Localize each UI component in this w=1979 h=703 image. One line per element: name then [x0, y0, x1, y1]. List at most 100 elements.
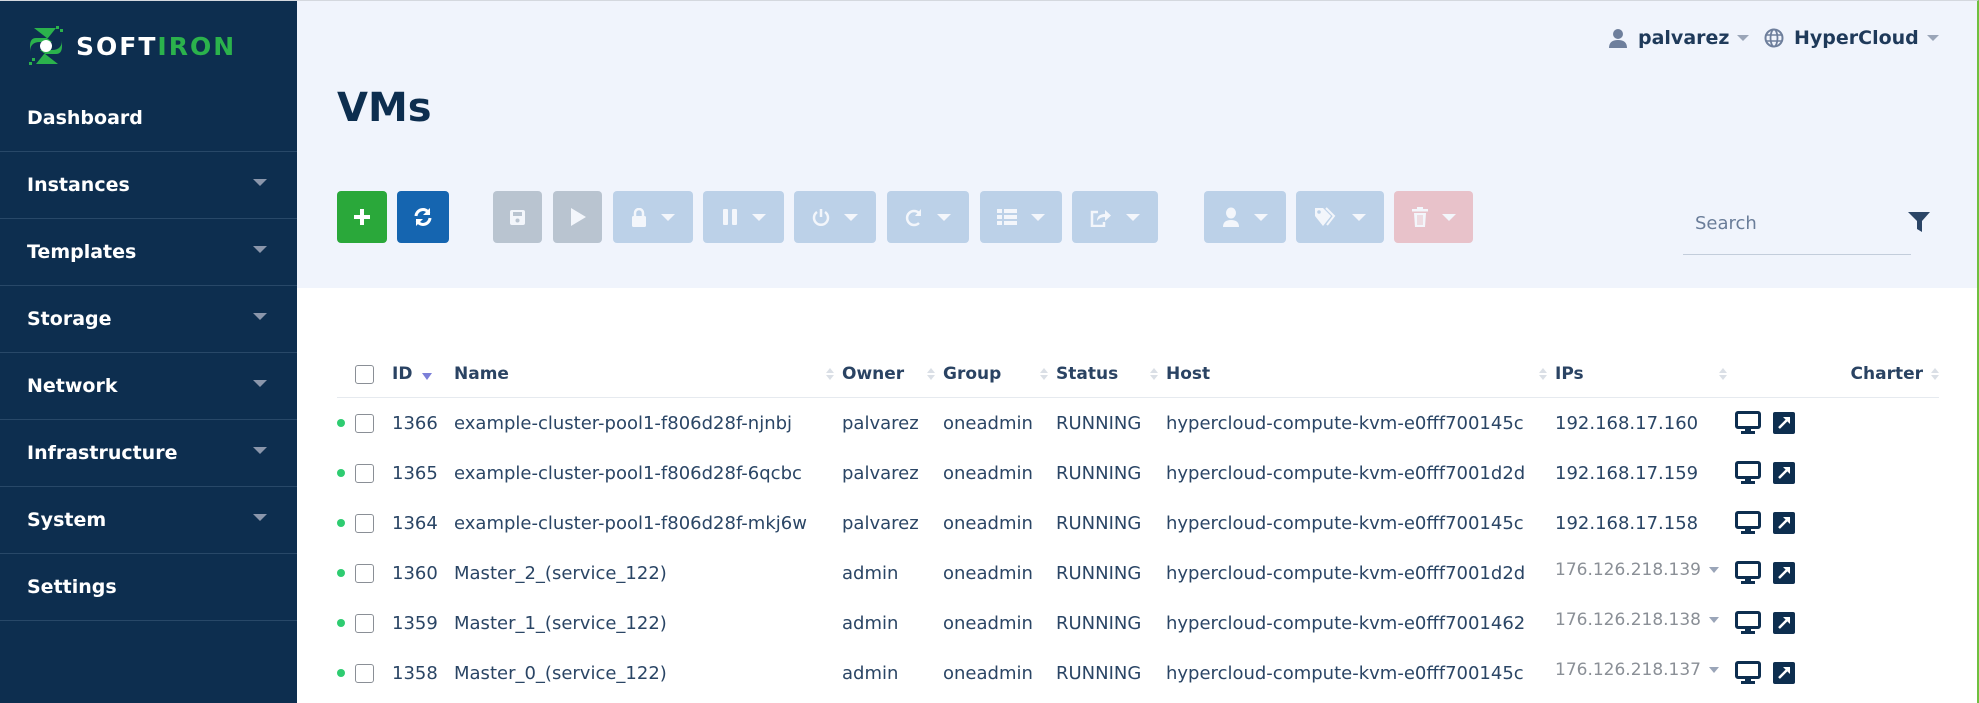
sidebar-item-system[interactable]: System — [0, 487, 297, 554]
row-checkbox[interactable] — [355, 563, 374, 583]
vm-owner: palvarez — [842, 412, 919, 434]
vm-name: Master_2_(service_122) — [454, 562, 667, 584]
sort-icon — [1719, 368, 1727, 380]
table-row[interactable]: 1364 example-cluster-pool1-f806d28f-mkj6… — [337, 498, 1939, 548]
column-header-charter[interactable]: Charter — [1839, 364, 1939, 384]
username: palvarez — [1638, 27, 1730, 49]
logo[interactable]: SOFTIRON — [26, 23, 236, 69]
vnc-console-icon[interactable] — [1735, 611, 1761, 635]
column-header-owner[interactable]: Owner — [842, 364, 943, 384]
ip-address: 176.126.218.139 — [1555, 560, 1702, 580]
vm-name: Master_1_(service_122) — [454, 612, 667, 634]
row-checkbox[interactable] — [355, 463, 374, 483]
select-all-checkbox[interactable] — [355, 364, 374, 384]
external-link-icon[interactable] — [1773, 612, 1795, 634]
column-header-ips[interactable]: IPs — [1555, 364, 1735, 384]
vnc-console-icon[interactable] — [1735, 661, 1761, 685]
table-row[interactable]: 1360 Master_2_(service_122) admin oneadm… — [337, 548, 1939, 598]
table-row[interactable]: 1365 example-cluster-pool1-f806d28f-6qcb… — [337, 448, 1939, 498]
sidebar-item-label: System — [27, 509, 107, 531]
column-label: Host — [1166, 364, 1211, 384]
lock-menu-button[interactable] — [613, 191, 693, 243]
column-label: Name — [454, 364, 509, 384]
ip-dropdown[interactable]: 176.126.218.137 — [1555, 660, 1735, 680]
column-label: IPs — [1555, 364, 1584, 384]
vm-host: hypercloud-compute-kvm-e0fff700145c — [1166, 512, 1524, 534]
sidebar-item-label: Dashboard — [27, 107, 143, 129]
ip-dropdown[interactable]: 176.126.218.139 — [1555, 560, 1735, 580]
column-header-group[interactable]: Group — [943, 364, 1056, 384]
search-input[interactable] — [1683, 205, 1873, 241]
deploy-button[interactable] — [553, 191, 602, 243]
pause-menu-button[interactable] — [703, 191, 784, 243]
caret-down-icon — [1709, 617, 1720, 623]
change-owner-menu-button[interactable] — [1204, 191, 1286, 243]
column-header-id[interactable]: ID — [392, 364, 454, 384]
external-link-icon[interactable] — [1773, 512, 1795, 534]
external-link-icon[interactable] — [1773, 462, 1795, 484]
brand-name-part1: SOFT — [76, 31, 158, 61]
sidebar-item-infrastructure[interactable]: Infrastructure — [0, 420, 297, 487]
vnc-console-icon[interactable] — [1735, 561, 1761, 585]
column-header-name[interactable]: Name — [454, 364, 842, 384]
status-indicator — [337, 469, 345, 477]
create-button[interactable] — [337, 191, 387, 243]
row-checkbox[interactable] — [355, 663, 374, 683]
sidebar-item-network[interactable]: Network — [0, 353, 297, 420]
brand-name: SOFTIRON — [76, 32, 236, 61]
external-link-icon[interactable] — [1773, 412, 1795, 434]
column-header-status[interactable]: Status — [1056, 364, 1166, 384]
labels-menu-button[interactable] — [1296, 191, 1384, 243]
table-row[interactable]: 1366 example-cluster-pool1-f806d28f-njnb… — [337, 398, 1939, 448]
ip-dropdown[interactable]: 176.126.218.138 — [1555, 610, 1735, 630]
sidebar-item-dashboard[interactable]: Dashboard — [0, 85, 297, 152]
list-menu-button[interactable] — [980, 191, 1062, 243]
share-menu-button[interactable] — [1072, 191, 1158, 243]
column-header-host[interactable]: Host — [1166, 364, 1555, 384]
external-link-icon[interactable] — [1773, 662, 1795, 684]
vnc-console-icon[interactable] — [1735, 461, 1761, 485]
sidebar-item-label: Templates — [27, 241, 137, 263]
save-icon — [510, 209, 525, 225]
sidebar-item-templates[interactable]: Templates — [0, 219, 297, 286]
user-menu[interactable]: palvarez — [1608, 27, 1750, 49]
sidebar-item-storage[interactable]: Storage — [0, 286, 297, 353]
sidebar-item-instances[interactable]: Instances — [0, 152, 297, 219]
save-button[interactable] — [493, 191, 542, 243]
row-checkbox[interactable] — [355, 613, 374, 633]
sort-icon — [1931, 368, 1939, 380]
power-menu-button[interactable] — [794, 191, 876, 243]
select-cell — [337, 513, 392, 533]
caret-down-icon — [253, 379, 267, 387]
caret-down-icon — [253, 513, 267, 521]
column-label: Group — [943, 364, 1002, 384]
sidebar: SOFTIRON Dashboard Instances Templates S… — [0, 1, 297, 703]
row-checkbox[interactable] — [355, 413, 374, 433]
vm-name: example-cluster-pool1-f806d28f-njnbj — [454, 412, 793, 434]
external-link-icon[interactable] — [1773, 562, 1795, 584]
reboot-menu-button[interactable] — [887, 191, 969, 243]
table-row[interactable]: 1359 Master_1_(service_122) admin oneadm… — [337, 598, 1939, 648]
refresh-icon — [414, 208, 432, 226]
column-label: Status — [1056, 364, 1119, 384]
zone-name: HyperCloud — [1794, 27, 1919, 49]
vnc-console-icon[interactable] — [1735, 411, 1761, 435]
row-checkbox[interactable] — [355, 513, 374, 533]
zone-menu[interactable]: HyperCloud — [1764, 27, 1939, 49]
select-cell — [337, 563, 392, 583]
refresh-button[interactable] — [397, 191, 449, 243]
vm-status: RUNNING — [1056, 662, 1142, 684]
sidebar-item-settings[interactable]: Settings — [0, 554, 297, 621]
select-cell — [337, 663, 392, 683]
vm-name: example-cluster-pool1-f806d28f-6qcbc — [454, 462, 802, 484]
row-actions — [1735, 461, 1839, 485]
filter-icon[interactable] — [1908, 211, 1930, 233]
table-row[interactable]: 1358 Master_0_(service_122) admin oneadm… — [337, 648, 1939, 698]
select-cell — [337, 463, 392, 483]
vnc-console-icon[interactable] — [1735, 511, 1761, 535]
trash-icon — [1411, 207, 1428, 227]
reboot-icon — [905, 208, 921, 226]
vm-host: hypercloud-compute-kvm-e0fff700145c — [1166, 412, 1524, 434]
caret-down-icon — [1926, 35, 1939, 41]
delete-menu-button[interactable] — [1394, 191, 1473, 243]
